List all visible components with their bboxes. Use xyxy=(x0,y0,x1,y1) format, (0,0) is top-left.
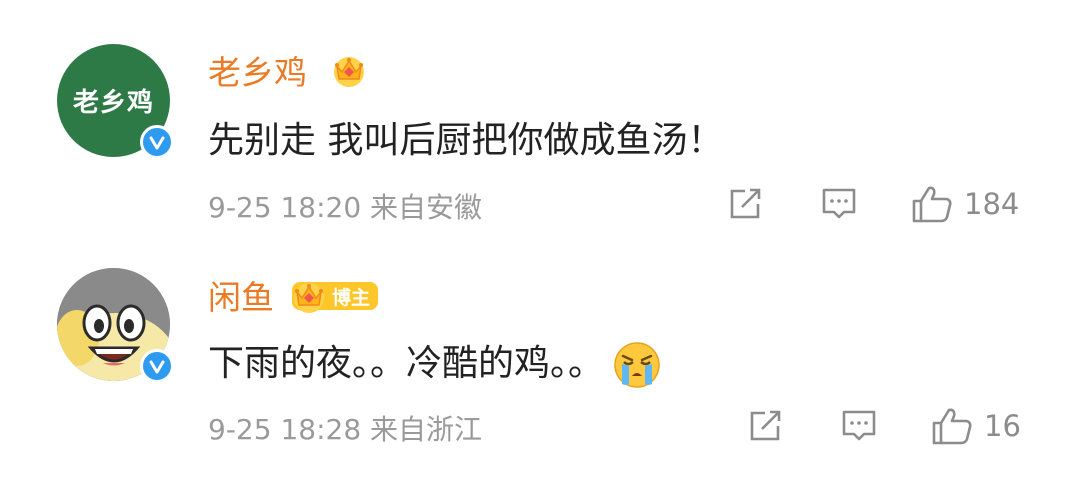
thumbs-up-icon xyxy=(932,408,972,445)
username[interactable]: 闲鱼 xyxy=(208,271,274,319)
comment-text: 先别走 我叫后厨把你做成鱼汤！ xyxy=(208,120,724,161)
comment-text: 下雨的夜。。冷酷的鸡。。 xyxy=(208,334,662,390)
like-count: 16 xyxy=(984,409,1021,443)
comment-meta: 9-25 18:28 来自浙江 xyxy=(208,413,483,446)
avatar[interactable]: 老乡鸡 xyxy=(57,44,174,159)
comment-meta: 9-25 18:20 来自安徽 xyxy=(208,191,483,224)
share-icon xyxy=(750,410,781,441)
like-count: 184 xyxy=(964,187,1020,221)
share-button[interactable] xyxy=(746,408,784,444)
avatar[interactable] xyxy=(57,268,174,383)
username[interactable]: 老乡鸡 xyxy=(208,46,307,94)
crown-icon xyxy=(334,57,364,87)
comment-text-body: 下雨的夜。。冷酷的鸡。。 xyxy=(208,343,605,384)
share-icon xyxy=(730,188,761,219)
comment-icon xyxy=(822,188,856,219)
comment-item: 老乡鸡 老乡鸡 先别走 我叫后厨把你做成鱼汤！ 9-25 18:20 来自安徽 … xyxy=(0,0,1080,240)
like-button[interactable]: 16 xyxy=(930,406,1021,446)
like-button[interactable]: 184 xyxy=(910,184,1019,224)
avatar-logo-text: 老乡鸡 xyxy=(72,88,154,118)
verified-icon xyxy=(140,349,174,383)
crying-face-emoji xyxy=(614,342,660,388)
comment-item: 闲鱼 博主 下雨的夜。。冷酷的鸡。。 9-25 18:28 来自浙江 16 xyxy=(0,240,1080,479)
comment-icon xyxy=(842,410,876,441)
reply-button[interactable] xyxy=(819,186,859,222)
crown-icon xyxy=(294,283,324,313)
reply-button[interactable] xyxy=(839,408,879,444)
thumbs-up-icon xyxy=(912,186,952,223)
share-button[interactable] xyxy=(726,186,764,222)
blogger-badge: 博主 xyxy=(290,278,379,314)
verified-icon xyxy=(140,125,174,159)
